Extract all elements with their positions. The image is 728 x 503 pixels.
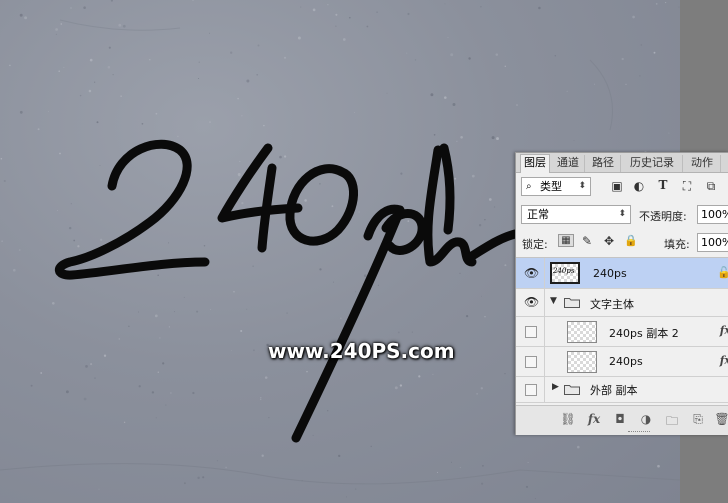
visibility-toggle[interactable]: [516, 347, 545, 376]
search-icon: ⌕: [526, 181, 532, 192]
layer-name[interactable]: 240ps 副本 2: [609, 325, 679, 341]
lock-all-icon[interactable]: 🔒: [624, 234, 638, 247]
layer-row[interactable]: 240ps fx: [516, 347, 728, 377]
layer-name[interactable]: 240ps: [609, 355, 643, 368]
fx-icon[interactable]: fx: [720, 324, 728, 337]
hidden-box-icon: [525, 356, 537, 368]
opacity-label: 不透明度:: [639, 210, 687, 223]
type-filter-icon[interactable]: T: [656, 178, 670, 192]
lock-label: 锁定:: [522, 238, 548, 251]
layers-panel: 图层 通道 路径 历史记录 动作 ⌕ 类型 ⬍ ▣ ◐ T ⛶ ⧉ 正常 ⬍ 不…: [515, 152, 728, 435]
link-layers-icon[interactable]: ⛓: [560, 412, 576, 426]
group-row[interactable]: 👁 ▼ 文字主体: [516, 289, 728, 317]
filter-kind-select[interactable]: ⌕ 类型 ⬍: [521, 177, 591, 196]
visibility-toggle[interactable]: 👁: [516, 289, 545, 316]
layer-thumbnail: 240ps: [550, 262, 580, 284]
lock-row: 锁定: ▦ ✎ ✥ 🔒 填充: 100%: [516, 231, 728, 255]
tab-layers[interactable]: 图层: [520, 154, 550, 173]
layer-name[interactable]: 240ps: [593, 267, 627, 280]
collapse-triangle-icon[interactable]: ▶: [552, 382, 559, 392]
lock-transparent-pixels-icon[interactable]: ▦: [558, 234, 574, 247]
fill-label: 填充:: [664, 238, 690, 251]
visibility-toggle[interactable]: [516, 377, 545, 402]
chevron-updown-icon: ⬍: [618, 209, 626, 219]
layer-row[interactable]: 👁 240ps 240ps 🔓: [516, 258, 728, 289]
tab-paths[interactable]: 路径: [586, 155, 621, 172]
adjustment-filter-icon[interactable]: ◐: [632, 179, 646, 193]
lock-icon: 🔓: [717, 266, 728, 279]
add-mask-icon[interactable]: ◘: [612, 412, 628, 426]
tab-actions[interactable]: 动作: [684, 155, 721, 172]
image-filter-icon[interactable]: ▣: [610, 179, 624, 193]
visibility-toggle[interactable]: 👁: [516, 258, 545, 288]
hidden-box-icon: [525, 326, 537, 338]
fx-icon[interactable]: fx: [586, 412, 602, 426]
filter-row: ⌕ 类型 ⬍ ▣ ◐ T ⛶ ⧉: [516, 175, 728, 199]
layer-row[interactable]: 240ps 副本 2 fx: [516, 317, 728, 347]
blend-mode-select[interactable]: 正常 ⬍: [521, 205, 631, 224]
folder-icon: [564, 298, 580, 308]
tab-channels[interactable]: 通道: [552, 155, 585, 172]
thumbnail-text: 240ps: [553, 267, 575, 275]
folder-icon: [564, 385, 580, 395]
layer-thumbnail: [567, 321, 597, 343]
eye-icon: 👁: [524, 295, 540, 309]
layers-panel-footer: ⛓ fx ◘ ◑ 🗀 ⎘ 🗑: [516, 405, 728, 435]
group-name[interactable]: 外部 副本: [590, 382, 638, 398]
fill-input[interactable]: 100%: [697, 233, 728, 252]
new-layer-icon[interactable]: ⎘: [690, 412, 706, 427]
filter-kind-label: 类型: [540, 180, 562, 193]
resize-grip[interactable]: [628, 431, 650, 435]
lock-image-pixels-icon[interactable]: ✎: [580, 234, 594, 248]
delete-layer-icon[interactable]: 🗑: [714, 412, 728, 426]
visibility-toggle[interactable]: [516, 317, 545, 346]
opacity-input[interactable]: 100%: [697, 205, 728, 224]
tab-history[interactable]: 历史记录: [622, 155, 683, 172]
group-name[interactable]: 文字主体: [590, 296, 634, 312]
smart-object-filter-icon[interactable]: ⧉: [704, 179, 718, 194]
blend-mode-value: 正常: [527, 208, 549, 221]
lock-position-icon[interactable]: ✥: [602, 234, 616, 248]
eye-icon: 👁: [524, 266, 540, 280]
chevron-updown-icon: ⬍: [578, 181, 586, 191]
panel-tab-bar: 图层 通道 路径 历史记录 动作: [516, 153, 728, 173]
layer-thumbnail: [567, 351, 597, 373]
fx-icon[interactable]: fx: [720, 354, 728, 367]
adjustment-layer-icon[interactable]: ◑: [638, 412, 654, 426]
expand-triangle-icon[interactable]: ▼: [550, 296, 557, 306]
shape-filter-icon[interactable]: ⛶: [680, 179, 694, 194]
blend-row: 正常 ⬍ 不透明度: 100%: [516, 203, 728, 227]
group-row[interactable]: ▶ 外部 副本: [516, 377, 728, 403]
hidden-box-icon: [525, 384, 537, 396]
new-group-icon[interactable]: 🗀: [664, 412, 680, 433]
watermark-text: www.240PS.com: [268, 339, 455, 363]
